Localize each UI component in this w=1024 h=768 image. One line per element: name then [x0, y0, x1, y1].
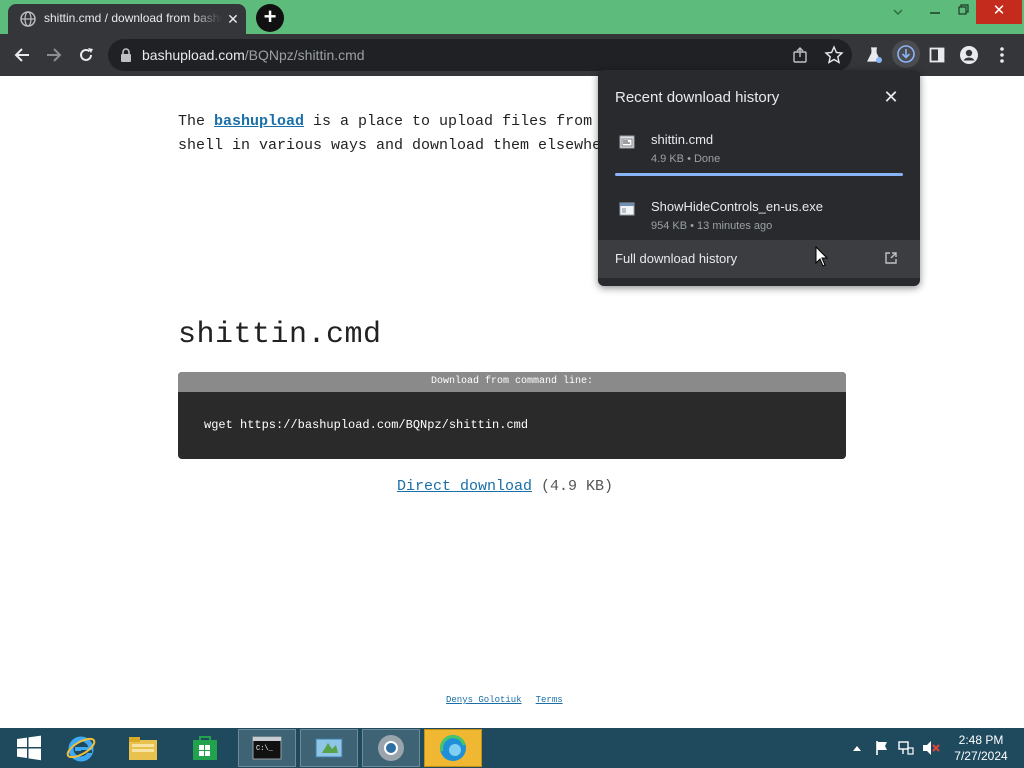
taskbar-cmd[interactable]: C:\_	[238, 729, 296, 767]
popup-close-icon[interactable]: ✕	[880, 86, 902, 108]
bookmark-star-icon[interactable]	[824, 45, 844, 65]
forward-button[interactable]	[41, 42, 67, 68]
taskbar-clock[interactable]: 2:48 PM 7/27/2024	[944, 732, 1018, 764]
edge-icon	[440, 735, 466, 761]
bashupload-link[interactable]: bashupload	[214, 113, 304, 130]
start-button[interactable]	[0, 729, 58, 767]
app-window-icon	[315, 738, 343, 758]
file-size: (4.9 KB)	[532, 478, 614, 495]
download-history-popup: Recent download history ✕ shittin.cmd 4.…	[598, 70, 920, 286]
download-item-name: ShowHideControls_en-us.exe	[651, 199, 823, 214]
download-progress-bar	[615, 173, 903, 176]
direct-download-line: Direct download (4.9 KB)	[397, 478, 613, 495]
store-icon	[193, 736, 217, 760]
windows-logo-icon	[17, 735, 41, 761]
browser-tab[interactable]: shittin.cmd / download from bashupload ✕	[8, 4, 246, 34]
file-name-heading: shittin.cmd	[178, 318, 382, 352]
volume-muted-icon[interactable]	[922, 740, 940, 756]
browser-titlebar: shittin.cmd / download from bashupload ✕…	[0, 0, 1024, 34]
action-center-flag-icon[interactable]	[874, 740, 890, 756]
side-panel-button[interactable]	[924, 42, 950, 68]
folder-icon	[129, 737, 157, 760]
cmd-file-icon	[619, 135, 635, 149]
intro-text: The bashupload is a place to upload file…	[178, 113, 638, 154]
tab-search-chevron-icon[interactable]	[884, 0, 912, 24]
download-icon	[897, 45, 915, 63]
svg-text:C:\_: C:\_	[256, 745, 274, 753]
chrome-icon	[378, 735, 404, 761]
downloads-button[interactable]	[892, 40, 920, 68]
reload-button[interactable]	[73, 42, 99, 68]
tab-close-icon[interactable]: ✕	[224, 10, 242, 28]
flask-icon	[867, 47, 882, 63]
back-button[interactable]	[9, 42, 35, 68]
full-download-history-button[interactable]: Full download history	[598, 240, 920, 278]
terms-link[interactable]: Terms	[536, 695, 563, 705]
window-close-button[interactable]: ✕	[976, 0, 1022, 24]
labs-button[interactable]	[861, 42, 887, 68]
menu-button[interactable]	[989, 42, 1015, 68]
windows-taskbar: C:\_ 2:48 PM 7/27/2024	[0, 728, 1024, 768]
taskbar-app[interactable]	[300, 729, 358, 767]
exe-file-icon	[619, 202, 635, 216]
taskbar-chrome[interactable]	[362, 729, 420, 767]
reload-icon	[80, 48, 93, 61]
open-external-icon	[885, 252, 897, 264]
show-hidden-icons-icon[interactable]	[852, 744, 862, 754]
minimize-button[interactable]	[920, 0, 950, 24]
mouse-cursor-icon	[815, 246, 829, 267]
download-item-meta: 954 KB • 13 minutes ago	[651, 220, 773, 232]
kebab-menu-icon	[1000, 47, 1004, 63]
clock-date: 7/27/2024	[954, 749, 1008, 763]
taskbar-ie[interactable]	[52, 729, 110, 767]
download-item-meta: 4.9 KB • Done	[651, 153, 721, 165]
command-prompt-icon: C:\_	[252, 736, 282, 760]
popup-title: Recent download history	[615, 89, 780, 106]
clock-time: 2:48 PM	[958, 733, 1004, 747]
side-panel-icon	[929, 47, 945, 63]
lock-icon[interactable]	[120, 48, 132, 62]
taskbar-store[interactable]	[176, 729, 234, 767]
internet-explorer-icon	[66, 736, 96, 762]
command-box-header: Download from command line:	[178, 372, 846, 392]
network-icon[interactable]	[898, 740, 914, 756]
address-bar[interactable]: bashupload.com/BQNpz/shittin.cmd	[108, 39, 852, 71]
new-tab-button[interactable]: +	[256, 4, 284, 32]
share-icon[interactable]	[792, 47, 808, 63]
download-item[interactable]: shittin.cmd 4.9 KB • Done	[598, 128, 920, 178]
direct-download-link[interactable]: Direct download	[397, 478, 532, 495]
back-arrow-icon	[14, 48, 29, 62]
profile-avatar-icon	[960, 46, 978, 64]
page-footer: Denys Golotiuk Terms	[446, 695, 577, 705]
command-box: Download from command line: wget https:/…	[178, 372, 846, 459]
globe-icon	[20, 11, 36, 27]
download-item[interactable]: ShowHideControls_en-us.exe 954 KB • 13 m…	[598, 195, 920, 245]
wget-command[interactable]: wget https://bashupload.com/BQNpz/shitti…	[204, 418, 528, 432]
restore-button[interactable]	[950, 0, 978, 24]
author-link[interactable]: Denys Golotiuk	[446, 695, 522, 705]
full-download-history-label: Full download history	[615, 251, 738, 266]
address-url[interactable]: bashupload.com/BQNpz/shittin.cmd	[142, 47, 365, 63]
taskbar-edge[interactable]	[424, 729, 482, 767]
forward-arrow-icon	[47, 48, 62, 62]
profile-button[interactable]	[956, 42, 982, 68]
taskbar-file-explorer[interactable]	[114, 729, 172, 767]
tab-title: shittin.cmd / download from bashupload	[44, 11, 222, 27]
download-item-name: shittin.cmd	[651, 132, 714, 147]
